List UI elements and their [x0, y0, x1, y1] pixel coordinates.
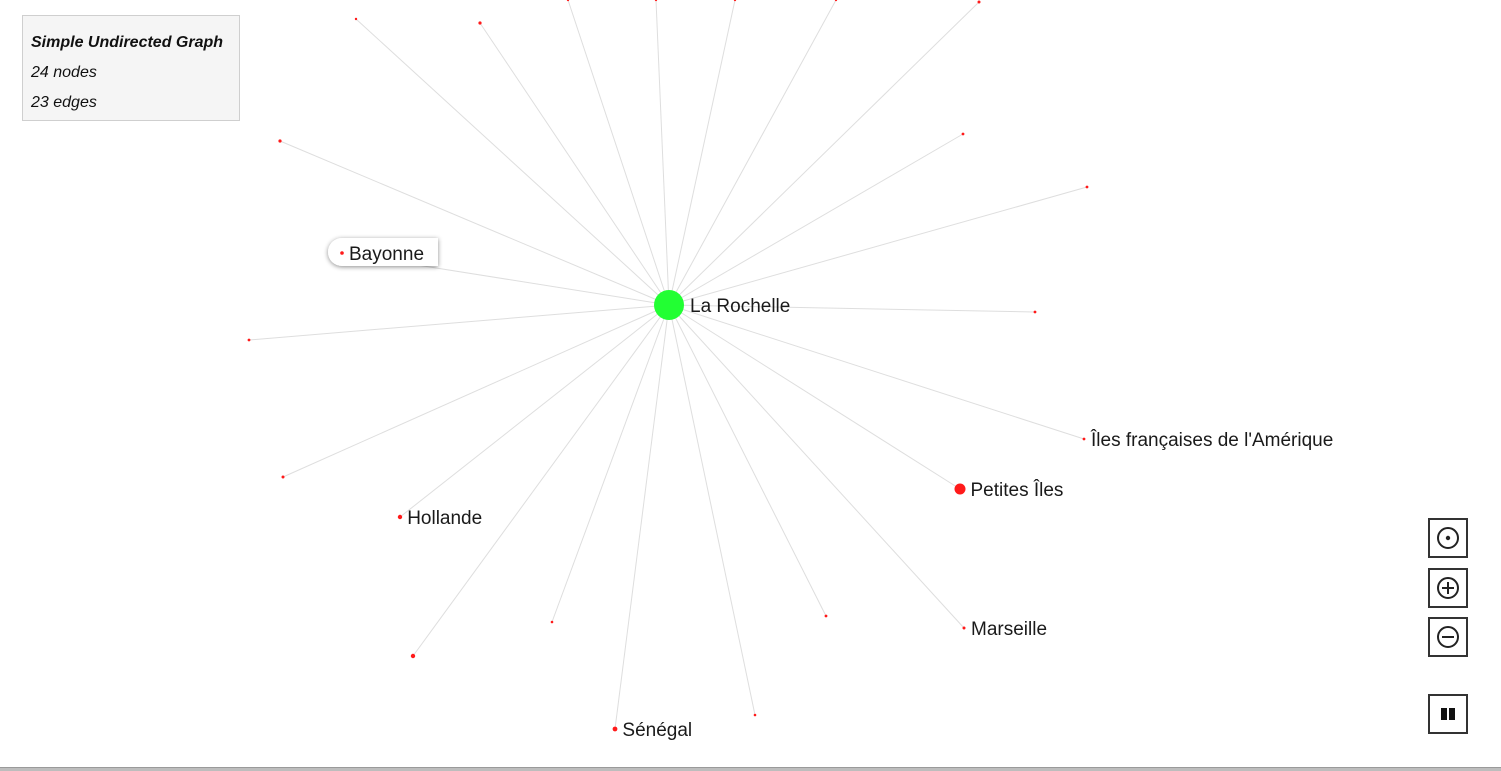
- graph-node[interactable]: [753, 713, 757, 717]
- graph-edge: [282, 304, 670, 478]
- graph-node[interactable]: [550, 620, 554, 624]
- graph-node[interactable]: [954, 483, 966, 495]
- graph-edge: [668, 1, 980, 306]
- node-label: Marseille: [971, 619, 1047, 640]
- zoom-out-icon: [1437, 626, 1459, 648]
- node-label: Bayonne: [349, 244, 424, 265]
- node-label: Petites Îles: [971, 479, 1064, 501]
- graph-edge: [668, 133, 964, 306]
- graph-node[interactable]: [961, 132, 965, 136]
- graph-edge: [668, 0, 837, 306]
- graph-node[interactable]: [340, 251, 344, 255]
- graph-edge: [479, 22, 670, 306]
- graph-edge: [551, 304, 670, 623]
- graph-node[interactable]: [354, 17, 358, 21]
- graph-edge: [668, 0, 736, 306]
- graph-node[interactable]: [247, 338, 251, 342]
- graph-node[interactable]: [281, 475, 285, 479]
- pause-layout-button[interactable]: [1428, 694, 1468, 734]
- graph-node[interactable]: [410, 653, 416, 659]
- graph-node[interactable]: [1085, 185, 1089, 189]
- node-label: Hollande: [407, 508, 482, 529]
- graph-edge: [399, 304, 670, 518]
- center-node-label: La Rochelle: [690, 296, 790, 317]
- graph-node[interactable]: [612, 726, 618, 732]
- graph-node[interactable]: [1033, 310, 1037, 314]
- graph-title: Simple Undirected Graph: [31, 34, 224, 51]
- node-count: 24 nodes: [31, 64, 97, 81]
- edges-layer: [248, 0, 1088, 730]
- graph-node[interactable]: [278, 139, 282, 143]
- graph-node[interactable]: [962, 626, 966, 630]
- graph-node[interactable]: [1082, 437, 1086, 441]
- bottom-border: [0, 767, 1501, 771]
- graph-edge: [668, 304, 1085, 440]
- graph-node[interactable]: [733, 0, 737, 2]
- target-icon: [1437, 527, 1459, 549]
- graph-edge: [668, 304, 965, 629]
- graph-node[interactable]: [977, 0, 981, 4]
- pause-icon: [1441, 708, 1455, 720]
- graph-edge: [655, 0, 670, 306]
- zoom-out-button[interactable]: [1428, 617, 1468, 657]
- graph-node[interactable]: [397, 514, 403, 520]
- graph-canvas[interactable]: Bayonne Îles françaises de l'Amérique Peti…: [0, 0, 1501, 771]
- node-label: Sénégal: [622, 720, 692, 741]
- labels-layer: Bayonne Îles françaises de l'Amérique Peti…: [349, 244, 1333, 741]
- graph-edge: [279, 140, 670, 306]
- center-node[interactable]: [654, 290, 684, 320]
- edge-count: 23 edges: [31, 94, 97, 111]
- graph-info-panel: Simple Undirected Graph 24 nodes 23 edge…: [22, 15, 240, 121]
- graph-edge: [668, 304, 827, 617]
- node-label: Îles françaises de l'Amérique: [1090, 429, 1333, 451]
- zoom-in-icon: [1437, 577, 1459, 599]
- graph-edge: [668, 186, 1088, 306]
- graph-edge: [668, 304, 756, 716]
- graph-node[interactable]: [478, 21, 482, 25]
- graph-node[interactable]: [824, 614, 828, 618]
- graph-node[interactable]: [654, 0, 658, 2]
- zoom-in-button[interactable]: [1428, 568, 1468, 608]
- nodes-layer: [247, 0, 1089, 732]
- graph-edge: [668, 304, 961, 490]
- center-view-button[interactable]: [1428, 518, 1468, 558]
- graph-edge: [248, 304, 670, 341]
